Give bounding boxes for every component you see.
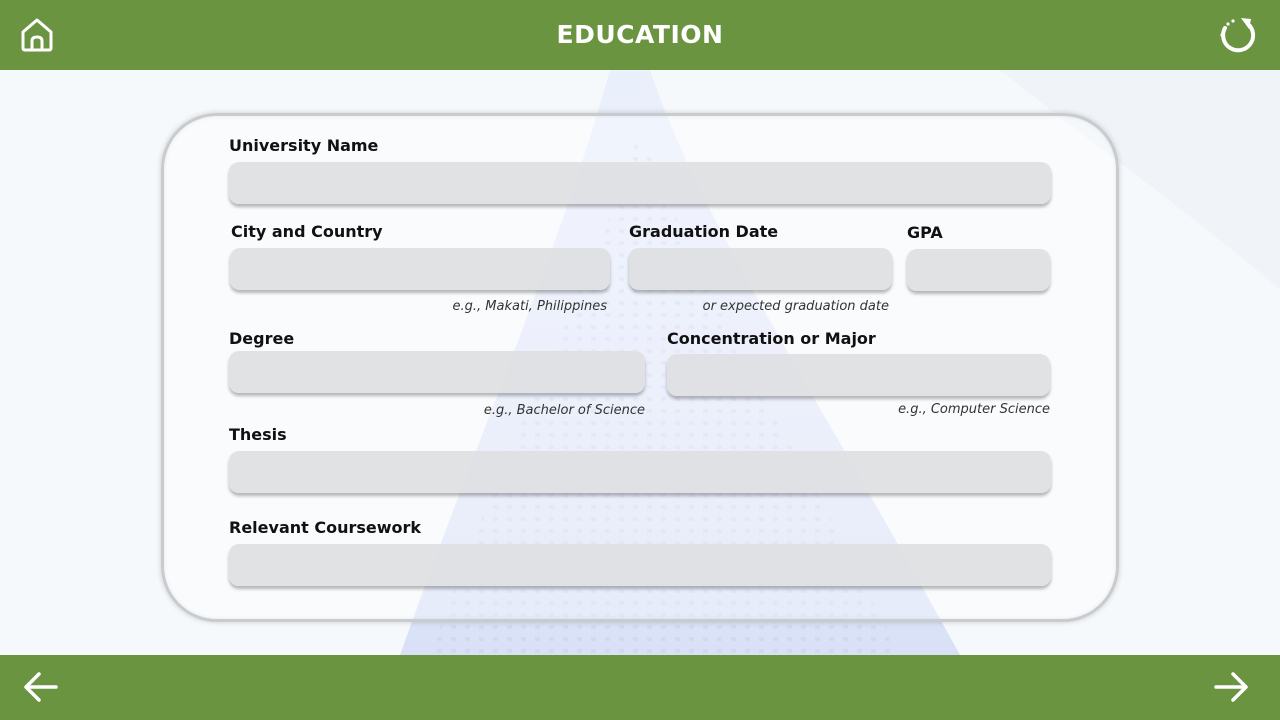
university-name-label: University Name [229, 136, 379, 155]
home-button[interactable] [18, 16, 56, 54]
major-input[interactable] [667, 354, 1050, 396]
thesis-input[interactable] [229, 451, 1051, 493]
university-name-input[interactable] [229, 162, 1051, 204]
arrow-right-icon [1214, 672, 1248, 702]
back-button[interactable] [22, 670, 60, 704]
home-icon [21, 18, 53, 52]
page-title: EDUCATION [556, 20, 724, 49]
gpa-label: GPA [907, 223, 943, 242]
coursework-label: Relevant Coursework [229, 518, 422, 537]
coursework-input[interactable] [229, 544, 1051, 586]
next-button[interactable] [1212, 670, 1250, 704]
thesis-label: Thesis [229, 425, 287, 444]
city-country-label: City and Country [231, 222, 383, 241]
bottom-bar [0, 655, 1280, 720]
graduation-date-input[interactable] [629, 248, 892, 290]
major-label: Concentration or Major [667, 329, 876, 348]
degree-input[interactable] [229, 351, 645, 393]
reset-button[interactable] [1216, 14, 1258, 56]
reset-icon [1220, 18, 1256, 53]
degree-hint: e.g., Bachelor of Science [483, 403, 645, 418]
top-bar: EDUCATION [0, 0, 1280, 70]
degree-label: Degree [229, 329, 295, 348]
graduation-date-label: Graduation Date [629, 222, 779, 241]
city-country-input[interactable] [230, 248, 610, 290]
arrow-left-icon [24, 672, 58, 702]
major-hint: e.g., Computer Science [898, 402, 1050, 417]
graduation-date-hint: or expected graduation date [702, 299, 889, 314]
city-country-hint: e.g., Makati, Philippines [452, 299, 607, 314]
gpa-input[interactable] [907, 249, 1050, 291]
